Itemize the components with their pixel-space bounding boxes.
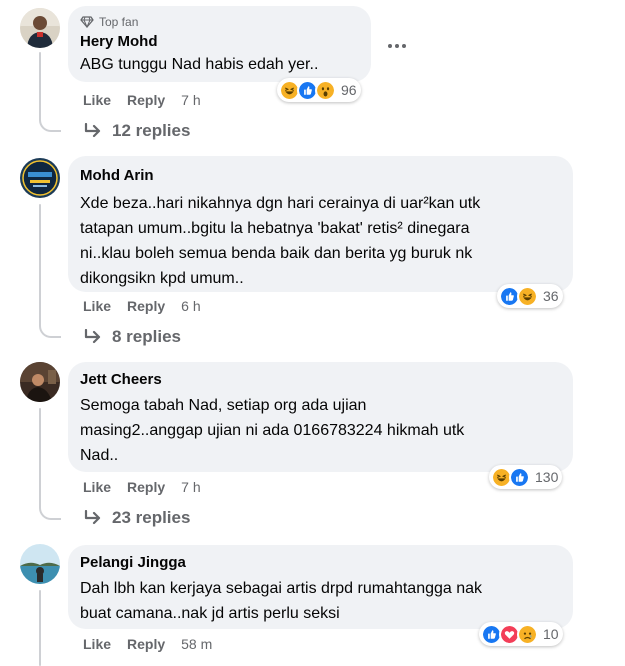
thread-curve	[39, 110, 61, 132]
comment-actions: Like Reply 6 h	[83, 298, 201, 314]
reaction-count: 96	[341, 82, 357, 98]
reply-button[interactable]: Reply	[127, 479, 165, 495]
top-fan-badge: Top fan	[80, 14, 359, 30]
thread-line	[39, 52, 41, 112]
timestamp[interactable]: 7 h	[181, 92, 200, 108]
thread-curve	[39, 316, 61, 338]
avatar[interactable]	[20, 362, 60, 402]
reaction-summary[interactable]: 130	[489, 465, 563, 489]
reaction-summary[interactable]: 10	[479, 622, 563, 646]
thread-line	[39, 590, 41, 666]
badge-label: Top fan	[99, 15, 139, 29]
haha-icon	[517, 285, 538, 307]
comment-text-line: Xde beza..hari nikahnya dgn hari cerainy…	[80, 195, 481, 212]
avatar[interactable]	[20, 158, 60, 198]
comment-actions: Like Reply 7 h	[83, 92, 201, 108]
diamond-icon	[80, 16, 94, 28]
reply-button[interactable]: Reply	[127, 92, 165, 108]
reaction-summary[interactable]: 96	[277, 78, 361, 102]
like-button[interactable]: Like	[83, 298, 111, 314]
timestamp[interactable]: 6 h	[181, 298, 200, 314]
reply-button[interactable]: Reply	[127, 298, 165, 314]
reply-arrow-icon	[84, 510, 101, 525]
reaction-count: 130	[535, 469, 559, 485]
reply-arrow-icon	[84, 123, 101, 138]
author-name[interactable]: Hery Mohd	[80, 32, 359, 52]
like-button[interactable]: Like	[83, 479, 111, 495]
avatar[interactable]	[20, 544, 60, 584]
comment-bubble: Mohd Arin Xde beza..hari nikahnya dgn ha…	[68, 156, 573, 292]
comment-bubble: Top fan Hery Mohd ABG tunggu Nad habis e…	[68, 6, 371, 82]
thread-curve	[39, 498, 61, 520]
more-options-button[interactable]	[383, 40, 411, 52]
author-name[interactable]: Jett Cheers	[80, 370, 561, 390]
reply-arrow-icon	[84, 329, 101, 344]
comment-bubble: Pelangi Jingga Dah lbh kan kerjaya sebag…	[68, 545, 573, 629]
comment-text: ABG tunggu Nad habis edah yer..	[80, 56, 319, 73]
wow-icon	[315, 79, 336, 101]
avatar[interactable]	[20, 8, 60, 48]
reaction-summary[interactable]: 36	[497, 284, 563, 308]
like-button[interactable]: Like	[83, 92, 111, 108]
comment-text-line: dikongsikn kpd umum..	[80, 270, 244, 287]
comment-text-line: Semoga tabah Nad, setiap org ada ujian	[80, 397, 367, 414]
like-button[interactable]: Like	[83, 636, 111, 652]
comment-text-line: Nad..	[80, 447, 119, 464]
sad-icon	[517, 623, 538, 645]
comment-text-line: Dah lbh kan kerjaya sebagai artis drpd r…	[80, 580, 483, 597]
timestamp[interactable]: 7 h	[181, 479, 200, 495]
like-icon	[509, 466, 530, 488]
reply-button[interactable]: Reply	[127, 636, 165, 652]
thread-line	[39, 204, 41, 318]
replies-count-label: 8 replies	[112, 327, 181, 346]
timestamp[interactable]: 58 m	[181, 636, 212, 652]
author-name[interactable]: Mohd Arin	[80, 166, 561, 186]
comment-bubble: Jett Cheers Semoga tabah Nad, setiap org…	[68, 362, 573, 472]
comment-actions: Like Reply 58 m	[83, 636, 212, 652]
view-replies-button[interactable]: 12 replies	[84, 121, 190, 141]
author-name[interactable]: Pelangi Jingga	[80, 553, 561, 573]
comment-text-line: ni..klau boleh semua benda baik dan beri…	[80, 245, 473, 262]
replies-count-label: 23 replies	[112, 508, 191, 527]
reaction-count: 10	[543, 626, 559, 642]
replies-count-label: 12 replies	[112, 121, 191, 140]
comment-text-line: masing2..anggap ujian ni ada 0166783224 …	[80, 422, 465, 439]
thread-line	[39, 408, 41, 500]
comment-actions: Like Reply 7 h	[83, 479, 201, 495]
reaction-count: 36	[543, 288, 559, 304]
view-replies-button[interactable]: 23 replies	[84, 508, 190, 528]
view-replies-button[interactable]: 8 replies	[84, 327, 181, 347]
comment-text-line: tatapan umum..bgitu la hebatnya 'bakat' …	[80, 220, 470, 237]
